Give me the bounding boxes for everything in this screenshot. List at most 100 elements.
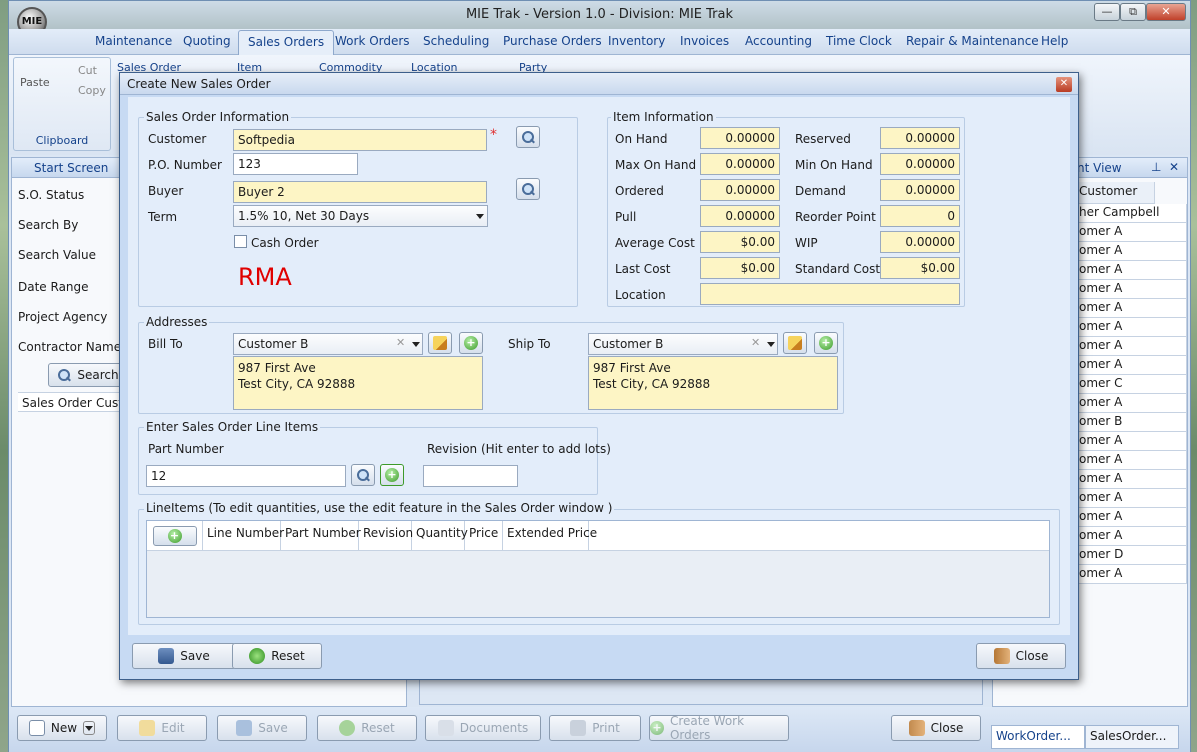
- dialog-close-icon[interactable]: ✕: [1056, 77, 1072, 92]
- col-quantity[interactable]: Quantity: [412, 521, 468, 550]
- create-work-orders-label: Create Work Orders: [669, 714, 745, 742]
- ship-to-edit-button[interactable]: [783, 332, 807, 354]
- menu-purchase-orders[interactable]: Purchase Orders: [501, 34, 604, 48]
- right-row[interactable]: omer A: [1075, 508, 1187, 527]
- po-number-field[interactable]: 123: [233, 153, 358, 175]
- menu-time-clock[interactable]: Time Clock: [824, 34, 894, 48]
- right-row[interactable]: omer A: [1075, 261, 1187, 280]
- bill-to-address[interactable]: 987 First Ave Test City, CA 92888: [233, 356, 483, 410]
- part-number-label: Part Number: [148, 442, 224, 456]
- right-row[interactable]: omer A: [1075, 299, 1187, 318]
- part-number-field[interactable]: 12: [146, 465, 346, 487]
- restore-button[interactable]: ⧉: [1120, 3, 1146, 21]
- minimize-button[interactable]: —: [1094, 3, 1120, 21]
- ship-to-select[interactable]: Customer B ✕: [588, 333, 778, 355]
- wip-value: 0.00000: [880, 231, 960, 253]
- right-row[interactable]: omer A: [1075, 432, 1187, 451]
- customer-field[interactable]: Softpedia: [233, 129, 487, 151]
- revision-field[interactable]: [423, 465, 518, 487]
- right-row[interactable]: omer A: [1075, 470, 1187, 489]
- bill-to-edit-button[interactable]: [428, 332, 452, 354]
- col-price[interactable]: Price: [465, 521, 503, 550]
- save-bottom-button[interactable]: Save: [217, 715, 307, 741]
- copy-button[interactable]: Copy: [78, 84, 106, 97]
- menu-work-orders[interactable]: Work Orders: [333, 34, 412, 48]
- right-row[interactable]: omer A: [1075, 451, 1187, 470]
- ship-to-address[interactable]: 987 First Ave Test City, CA 92888: [588, 356, 838, 410]
- menu-help[interactable]: Help: [1039, 34, 1070, 48]
- part-search-button[interactable]: [351, 464, 375, 486]
- close-bottom-button[interactable]: Close: [891, 715, 981, 741]
- right-row[interactable]: omer B: [1075, 413, 1187, 432]
- line-items-entry-legend: Enter Sales Order Line Items: [144, 420, 321, 434]
- menu-accounting[interactable]: Accounting: [743, 34, 814, 48]
- menu-inventory[interactable]: Inventory: [606, 34, 667, 48]
- save-disk-icon: [158, 648, 175, 664]
- dialog-close-button[interactable]: Close: [976, 643, 1066, 669]
- panel-close-icon[interactable]: ✕: [1169, 160, 1179, 174]
- col-part-number[interactable]: Part Number: [281, 521, 361, 550]
- new-dropdown-icon[interactable]: [83, 721, 96, 735]
- search-value-label: Search Value: [18, 248, 96, 262]
- right-row[interactable]: omer A: [1075, 489, 1187, 508]
- customer-search-button[interactable]: [516, 126, 540, 148]
- ship-to-add-button[interactable]: +: [814, 332, 838, 354]
- menu-invoices[interactable]: Invoices: [678, 34, 731, 48]
- documents-label: Documents: [459, 721, 529, 735]
- right-row[interactable]: omer A: [1075, 356, 1187, 375]
- right-row[interactable]: omer A: [1075, 223, 1187, 242]
- bill-to-select[interactable]: Customer B ✕: [233, 333, 423, 355]
- right-row[interactable]: omer A: [1075, 565, 1187, 584]
- dialog-reset-button[interactable]: Reset: [232, 643, 322, 669]
- reset-bottom-button[interactable]: Reset: [317, 715, 417, 741]
- search-button[interactable]: Search: [48, 363, 128, 387]
- documents-button[interactable]: Documents: [425, 715, 541, 741]
- buyer-field[interactable]: Buyer 2: [233, 181, 487, 203]
- right-row[interactable]: omer D: [1075, 546, 1187, 565]
- right-col-customer[interactable]: Customer: [1075, 182, 1155, 204]
- menu-scheduling[interactable]: Scheduling: [421, 34, 491, 48]
- create-work-orders-button[interactable]: + Create Work Orders: [649, 714, 789, 742]
- rma-label: RMA: [238, 263, 292, 291]
- col-sales-order[interactable]: Sales Order: [22, 396, 92, 410]
- dialog-save-button[interactable]: Save: [132, 643, 236, 669]
- menu-maintenance[interactable]: Maintenance: [93, 34, 174, 48]
- tab-workorder[interactable]: WorkOrder...: [991, 725, 1085, 749]
- standard-cost-value: $0.00: [880, 257, 960, 279]
- grid-add-button[interactable]: +: [152, 525, 197, 546]
- right-row[interactable]: omer A: [1075, 394, 1187, 413]
- paste-button[interactable]: Paste: [20, 76, 50, 89]
- pin-icon[interactable]: ⊥: [1151, 160, 1161, 174]
- right-row[interactable]: omer C: [1075, 375, 1187, 394]
- right-row[interactable]: omer A: [1075, 337, 1187, 356]
- col-extended-price[interactable]: Extended Price: [503, 521, 597, 550]
- edit-pencil-icon: [139, 720, 156, 736]
- print-button[interactable]: Print: [549, 715, 641, 741]
- clear-icon[interactable]: ✕: [396, 336, 405, 349]
- right-row[interactable]: omer A: [1075, 280, 1187, 299]
- start-screen-tab[interactable]: Start Screen: [34, 161, 108, 175]
- add-icon: +: [385, 468, 399, 482]
- col-line-number[interactable]: Line Number: [203, 521, 284, 550]
- part-add-button[interactable]: +: [380, 464, 404, 486]
- menu-sales-orders[interactable]: Sales Orders: [238, 30, 335, 56]
- cut-button[interactable]: Cut: [78, 64, 97, 77]
- menu-repair-maintenance[interactable]: Repair & Maintenance: [904, 34, 1041, 48]
- clear-icon[interactable]: ✕: [751, 336, 760, 349]
- new-button[interactable]: New: [17, 715, 107, 741]
- menu-quoting[interactable]: Quoting: [181, 34, 233, 48]
- app-close-button[interactable]: ✕: [1146, 3, 1186, 21]
- cash-order-checkbox[interactable]: [234, 235, 247, 248]
- right-row[interactable]: her Campbell: [1075, 204, 1187, 223]
- date-range-label: Date Range: [18, 280, 89, 294]
- right-row[interactable]: omer A: [1075, 242, 1187, 261]
- edit-button[interactable]: Edit: [117, 715, 207, 741]
- bill-to-add-button[interactable]: +: [459, 332, 483, 354]
- term-select[interactable]: 1.5% 10, Net 30 Days: [233, 205, 488, 227]
- right-row[interactable]: omer A: [1075, 318, 1187, 337]
- tab-salesorder[interactable]: SalesOrder...: [1085, 725, 1179, 749]
- col-revision[interactable]: Revision: [359, 521, 413, 550]
- cash-order-label: Cash Order: [251, 236, 319, 250]
- right-row[interactable]: omer A: [1075, 527, 1187, 546]
- buyer-search-button[interactable]: [516, 178, 540, 200]
